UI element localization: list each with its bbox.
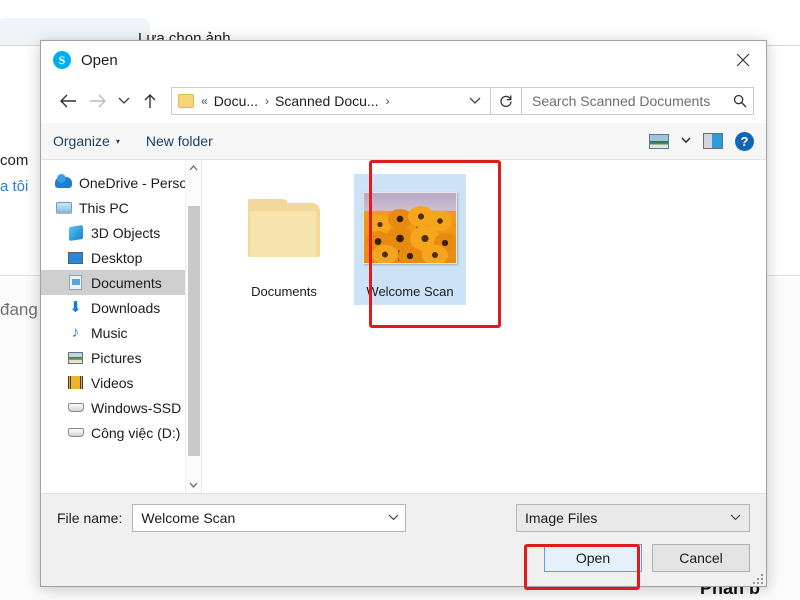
breadcrumb-prefix: « bbox=[201, 94, 208, 108]
dialog-footer: File name: Welcome Scan Image Files Open… bbox=[41, 493, 766, 586]
documents-icon bbox=[67, 274, 84, 291]
file-type-filter-select[interactable]: Image Files bbox=[516, 504, 750, 532]
command-bar-right-group: ? bbox=[649, 132, 754, 151]
folder-icon bbox=[248, 180, 320, 276]
pictures-icon bbox=[67, 349, 84, 366]
sidebar-item-pictures[interactable]: Pictures bbox=[41, 345, 201, 370]
music-icon: ♪ bbox=[67, 324, 84, 341]
sidebar-item-downloads[interactable]: ⬇ Downloads bbox=[41, 295, 201, 320]
this-pc-icon bbox=[55, 199, 72, 216]
scroll-down-icon[interactable] bbox=[186, 477, 201, 493]
file-name-field-label: File name: bbox=[57, 510, 122, 526]
onedrive-icon bbox=[55, 174, 72, 191]
breadcrumb-separator-2[interactable]: › bbox=[386, 94, 390, 108]
sidebar-item-videos[interactable]: Videos bbox=[41, 370, 201, 395]
desktop-icon bbox=[67, 249, 84, 266]
file-name-label: Documents bbox=[251, 284, 317, 299]
file-name-input-value: Welcome Scan bbox=[141, 510, 388, 526]
dialog-title: Open bbox=[81, 52, 118, 69]
cancel-button[interactable]: Cancel bbox=[652, 544, 750, 572]
file-type-chevron-down-icon[interactable] bbox=[730, 512, 741, 524]
sidebar-item-label: Pictures bbox=[91, 350, 142, 366]
file-name-input[interactable]: Welcome Scan bbox=[132, 504, 406, 532]
background-text-dang: đang bbox=[0, 300, 38, 320]
drive-icon bbox=[67, 424, 84, 441]
search-input[interactable]: Search Scanned Documents bbox=[522, 87, 754, 115]
file-list[interactable]: Documents bbox=[201, 160, 766, 493]
view-options-icon[interactable] bbox=[649, 134, 669, 149]
sidebar-item-music[interactable]: ♪ Music bbox=[41, 320, 201, 345]
3d-objects-icon bbox=[67, 224, 84, 241]
sidebar-item-label: Windows-SSD (C bbox=[91, 400, 200, 416]
open-file-dialog: S Open « Docu... › Scanned Docu... › bbox=[40, 40, 767, 587]
scroll-up-icon[interactable] bbox=[186, 160, 201, 176]
list-item[interactable]: Documents bbox=[228, 174, 340, 305]
scrollbar-thumb[interactable] bbox=[188, 206, 200, 456]
chevron-down-icon: ▾ bbox=[116, 137, 120, 146]
sidebar-item-label: OneDrive - Person bbox=[79, 175, 195, 191]
search-placeholder: Search Scanned Documents bbox=[532, 93, 733, 109]
file-name-chevron-down-icon[interactable] bbox=[388, 512, 399, 524]
footer-buttons-row: Open Cancel bbox=[57, 544, 750, 572]
address-chevron-down-icon[interactable] bbox=[460, 94, 490, 108]
sidebar-item-label: Videos bbox=[91, 375, 134, 391]
sidebar-item-label: This PC bbox=[79, 200, 129, 216]
preview-pane-icon[interactable] bbox=[703, 133, 723, 149]
help-icon[interactable]: ? bbox=[735, 132, 754, 151]
navigation-pane: OneDrive - Person This PC 3D Objects Des… bbox=[41, 160, 201, 493]
videos-icon bbox=[67, 374, 84, 391]
address-bar[interactable]: « Docu... › Scanned Docu... › bbox=[171, 87, 491, 115]
navigation-bar: « Docu... › Scanned Docu... › Search Sca… bbox=[41, 79, 766, 123]
image-thumbnail bbox=[363, 180, 457, 276]
background-link-text[interactable]: a tôi bbox=[0, 178, 28, 195]
background-text-com: com bbox=[0, 152, 28, 169]
sidebar-item-desktop[interactable]: Desktop bbox=[41, 245, 201, 270]
sidebar-item-label: Công việc (D:) bbox=[91, 425, 180, 441]
navigation-pane-scrollbar[interactable] bbox=[185, 160, 201, 493]
sidebar-item-3d-objects[interactable]: 3D Objects bbox=[41, 220, 201, 245]
sidebar-item-label: Documents bbox=[91, 275, 162, 291]
folder-icon bbox=[178, 94, 194, 108]
view-chevron-down-icon[interactable] bbox=[681, 137, 691, 146]
command-bar: Organize ▾ New folder ? bbox=[41, 123, 766, 160]
sidebar-item-label: Downloads bbox=[91, 300, 160, 316]
new-folder-button[interactable]: New folder bbox=[146, 133, 213, 149]
breadcrumb-separator-1[interactable]: › bbox=[265, 94, 269, 108]
breadcrumb-item-scanned-documents[interactable]: Scanned Docu... bbox=[275, 93, 379, 109]
breadcrumb-item-documents[interactable]: Docu... bbox=[214, 93, 258, 109]
file-name-label: Welcome Scan bbox=[366, 284, 453, 299]
sidebar-item-label: Music bbox=[91, 325, 128, 341]
footer-fields-row: File name: Welcome Scan Image Files bbox=[57, 504, 750, 532]
list-item[interactable]: Welcome Scan bbox=[354, 174, 466, 305]
forward-icon bbox=[83, 86, 113, 116]
organize-button[interactable]: Organize ▾ bbox=[53, 133, 120, 149]
sidebar-item-windows-ssd[interactable]: Windows-SSD (C bbox=[41, 395, 201, 420]
search-icon[interactable] bbox=[733, 94, 747, 108]
new-folder-label: New folder bbox=[146, 133, 213, 149]
recent-locations-chevron-down-icon[interactable] bbox=[113, 86, 135, 116]
refresh-icon[interactable] bbox=[491, 87, 522, 115]
dialog-body: OneDrive - Person This PC 3D Objects Des… bbox=[41, 160, 766, 493]
downloads-icon: ⬇ bbox=[67, 299, 84, 316]
up-icon[interactable] bbox=[135, 86, 165, 116]
sidebar-item-this-pc[interactable]: This PC bbox=[41, 195, 201, 220]
resize-grip[interactable] bbox=[751, 572, 763, 584]
sidebar-item-label: 3D Objects bbox=[91, 225, 160, 241]
sidebar-item-onedrive[interactable]: OneDrive - Person bbox=[41, 170, 201, 195]
organize-label: Organize bbox=[53, 133, 110, 149]
sidebar-item-cong-viec[interactable]: Công việc (D:) bbox=[41, 420, 201, 445]
open-button[interactable]: Open bbox=[544, 544, 642, 572]
skype-icon: S bbox=[53, 51, 71, 69]
back-icon[interactable] bbox=[53, 86, 83, 116]
dialog-title-bar: S Open bbox=[41, 41, 766, 79]
drive-icon bbox=[67, 399, 84, 416]
sidebar-item-label: Desktop bbox=[91, 250, 142, 266]
close-icon[interactable] bbox=[720, 41, 766, 79]
sidebar-item-documents[interactable]: Documents bbox=[41, 270, 201, 295]
file-type-filter-value: Image Files bbox=[525, 510, 730, 526]
